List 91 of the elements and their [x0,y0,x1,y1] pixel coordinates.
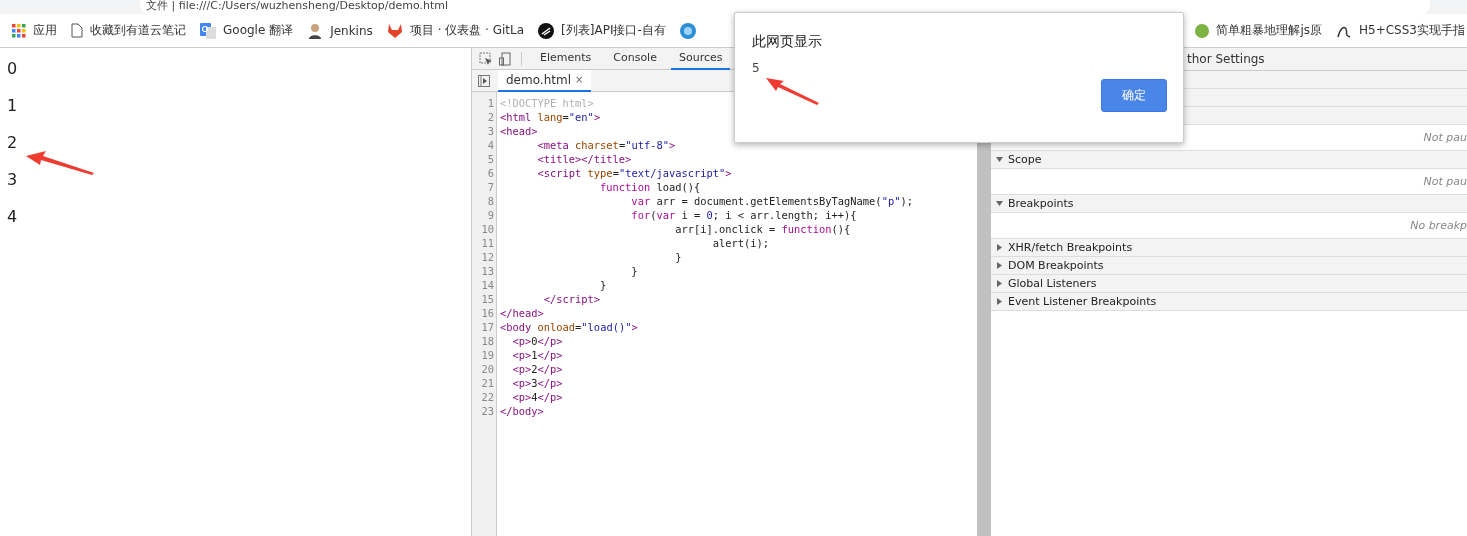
line-number: 8 [486,194,495,208]
status-note: Not pau [1423,131,1467,144]
line-number: 6 [486,166,495,180]
code-line: <p>4</p> [511,390,563,404]
code-line: alert(i); [711,236,769,250]
line-number: 21 [480,376,495,390]
section-header[interactable]: Event Listener Breakpoints [991,293,1467,311]
paragraph-text[interactable]: 2 [7,132,471,153]
code-line: arr[i].onclick = function(){ [674,222,851,236]
code-line: <p>1</p> [511,348,563,362]
person-icon [307,22,324,39]
inspect-cursor-icon[interactable] [479,51,493,66]
bookmark-item[interactable]: Google 翻译 [200,22,294,39]
bookmark-item[interactable]: 项目 · 仪表盘 · GitLa [386,22,525,39]
close-tab-button[interactable]: × [574,74,584,85]
bookmark-item[interactable]: H5+CSS3实现手指 [1336,22,1465,39]
bookmark-item[interactable]: [列表]API接口-自有 [538,22,666,39]
navigator-toggle-icon[interactable] [478,74,490,87]
section-header[interactable]: Global Listeners [991,275,1467,293]
code-line: </script> [542,292,601,306]
settings-tab[interactable]: thor Settings [1187,52,1265,66]
code-line: </body> [500,404,544,418]
line-number: 9 [486,208,495,222]
line-number: 5 [486,152,495,166]
code-line: function load(){ [599,180,701,194]
code-line: } [630,264,638,278]
code-line: </head> [500,306,544,320]
bookmark-item[interactable] [679,22,696,39]
devtools-tab[interactable]: Elements [532,47,600,70]
code-line: var arr = document.getElementsByTagName("p"); [630,194,913,208]
paragraph-text[interactable]: 0 [7,58,471,79]
page-icon [71,23,83,38]
paragraph-text[interactable]: 3 [7,169,471,190]
annotation-arrow [26,151,96,176]
code-line: for(var i = 0; i < arr.length; i++){ [630,208,857,222]
bookmark-item[interactable]: 应用 [12,22,57,39]
line-number: 3 [486,124,495,138]
file-tab[interactable]: demo.html × [498,69,592,92]
code-line: <p>0</p> [511,334,563,348]
line-number: 12 [480,250,495,264]
status-note: Not pau [1423,175,1467,188]
line-number: 2 [486,110,495,124]
code-line: <head> [500,124,538,138]
fox-logo-icon [386,23,403,38]
translate-icon [200,22,216,39]
device-toggle-icon[interactable] [499,51,511,66]
code-line: <script type="text/javascript"> [536,166,732,180]
status-note: No breakp [1410,219,1467,232]
ok-button[interactable]: 确定 [1101,79,1167,112]
section-header[interactable]: Scope [991,151,1467,169]
line-number: 4 [486,138,495,152]
line-number: 7 [486,180,495,194]
bookmark-item[interactable]: Jenkins [307,22,373,39]
code-line: } [674,250,682,264]
line-number: 15 [480,292,495,306]
round-logo-icon [1195,23,1210,38]
line-number: 22 [480,390,495,404]
code-line: <meta charset="utf-8"> [536,138,676,152]
line-number: 1 [486,96,495,110]
apps-grid-icon [12,23,26,38]
globe-icon [679,22,696,39]
line-number: 20 [480,362,495,376]
line-number: 13 [480,264,495,278]
dialog-message: 5 [752,61,761,75]
bookmark-item[interactable]: 简单粗暴地理解js原 [1195,22,1323,39]
line-number: 19 [480,348,495,362]
devtools-tab[interactable]: Console [605,47,665,70]
section-header[interactable]: Breakpoints [991,195,1467,213]
code-line: <body onload="load()"> [500,320,638,334]
code-line: <html lang="en"> [500,110,601,124]
line-number: 18 [480,334,495,348]
address-bar[interactable]: 文件 | file:///C:/Users/wuzhensheng/Desktop/demo.html [140,0,1430,14]
code-line: <p>2</p> [511,362,563,376]
code-line: <p>3</p> [511,376,563,390]
annotation-arrow [766,78,821,106]
line-number: 17 [480,320,495,334]
line-number: 14 [480,278,495,292]
bookmark-item[interactable]: 收藏到有道云笔记 [71,22,186,39]
circle-logo-icon [538,22,555,39]
section-header[interactable]: XHR/fetch Breakpoints [991,239,1467,257]
line-number: 23 [480,404,495,418]
section-header[interactable]: DOM Breakpoints [991,257,1467,275]
paragraph-text[interactable]: 1 [7,95,471,116]
code-line: } [599,278,607,292]
code-line: <!DOCTYPE html> [500,96,594,110]
paragraph-text[interactable]: 4 [7,206,471,227]
line-number: 16 [480,306,495,320]
line-number: 11 [480,236,495,250]
dialog-title: 此网页显示 [752,33,823,51]
code-line: <title></title> [536,152,632,166]
line-number: 10 [480,222,495,236]
